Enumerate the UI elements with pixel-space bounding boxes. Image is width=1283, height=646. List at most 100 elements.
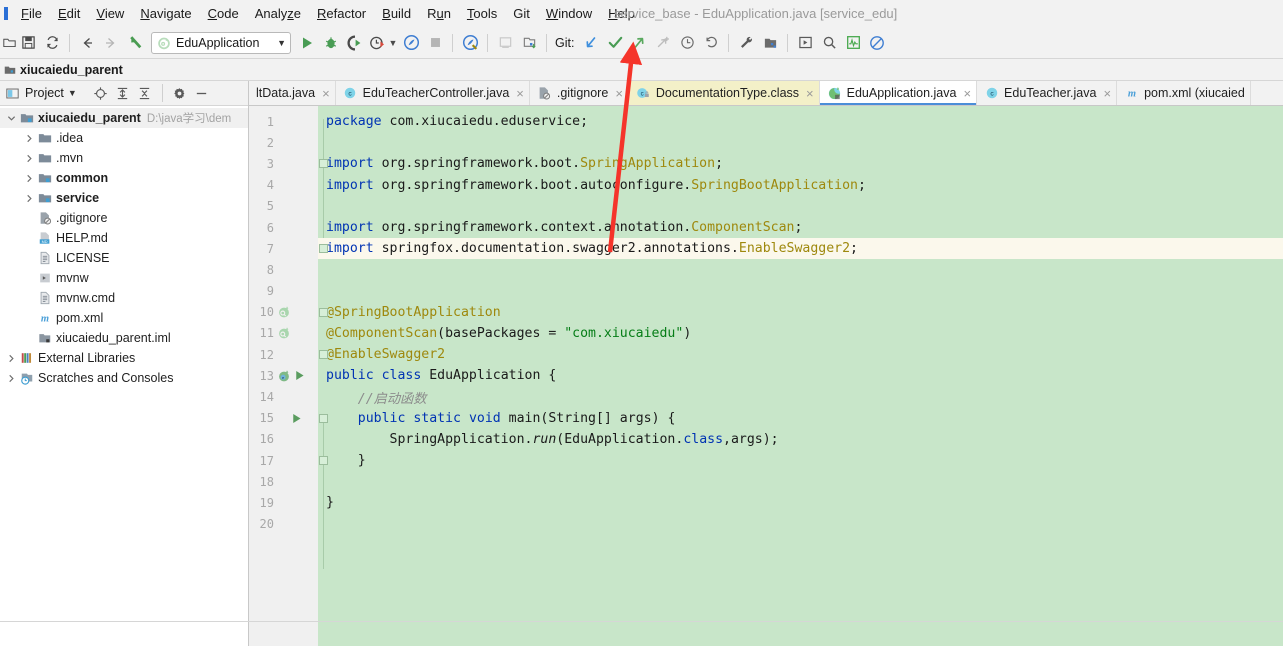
expand-all-icon[interactable] (113, 83, 133, 103)
code-line-17[interactable]: } (318, 450, 1283, 471)
chevron-right-icon[interactable] (4, 368, 18, 388)
tree-node-mvnw-cmd[interactable]: mvnw.cmd (0, 288, 248, 308)
git-update-icon[interactable] (579, 31, 603, 55)
fold-collapse-icon[interactable] (319, 307, 328, 317)
tab-close-icon[interactable]: × (615, 86, 623, 101)
editor-tab-eduapplication-java[interactable]: EduApplication.java × (819, 81, 978, 105)
back-icon[interactable] (75, 31, 99, 55)
gutter-line-9[interactable]: 9 (249, 281, 318, 302)
editor-tab-pom-xml--xiucaied[interactable]: m pom.xml (xiucaied (1117, 81, 1251, 105)
gutter-line-5[interactable]: 5 (249, 196, 318, 217)
menu-refactor[interactable]: Refactor (309, 3, 374, 24)
gutter-line-7[interactable]: 7 (249, 238, 318, 259)
gutter-line-20[interactable]: 20 (249, 514, 318, 535)
gutter-line-10[interactable]: 10 (249, 302, 318, 323)
search-everywhere-icon[interactable] (817, 31, 841, 55)
editor-tab-documentationtype-class[interactable]: c DocumentationType.class × (628, 81, 820, 105)
git-commit-checkmark-icon[interactable] (603, 31, 627, 55)
code-line-2[interactable] (318, 132, 1283, 153)
project-structure-icon[interactable] (758, 31, 782, 55)
tab-close-icon[interactable]: × (322, 86, 330, 101)
code-line-14[interactable]: //启动函数 (318, 386, 1283, 407)
gutter-line-4[interactable]: 4 (249, 175, 318, 196)
fold-end-icon[interactable] (319, 350, 328, 360)
save-all-icon[interactable] (16, 31, 40, 55)
gutter-line-19[interactable]: 19 (249, 492, 318, 513)
gutter-line-11[interactable]: 11 (249, 323, 318, 344)
gutter-line-13[interactable]: 13 e (249, 365, 318, 386)
chevron-right-icon[interactable] (22, 128, 36, 148)
run-coverage-icon[interactable] (343, 31, 367, 55)
code-line-16[interactable]: SpringApplication.run(EduApplication.cla… (318, 429, 1283, 450)
collapse-all-icon[interactable] (135, 83, 155, 103)
run-icon[interactable] (295, 31, 319, 55)
tree-node--idea[interactable]: .idea (0, 128, 248, 148)
debug-icon[interactable] (319, 31, 343, 55)
chevron-down-icon[interactable]: ▼ (68, 88, 77, 98)
gutter-line-3[interactable]: 3 (249, 153, 318, 174)
run-configuration-selector[interactable]: EduApplication ▼ (151, 31, 291, 54)
undo-icon[interactable] (699, 31, 723, 55)
tree-node-xiucaiedu-parent-iml[interactable]: xiucaiedu_parent.iml (0, 328, 248, 348)
attach-debugger-icon[interactable] (399, 31, 423, 55)
no-access-icon[interactable] (865, 31, 889, 55)
tree-node-service[interactable]: service (0, 188, 248, 208)
menu-window[interactable]: Window (538, 3, 600, 24)
tab-close-icon[interactable]: × (516, 86, 524, 101)
code-line-15[interactable]: public static void main(String[] args) { (318, 408, 1283, 429)
breadcrumb[interactable]: xiucaiedu_parent (20, 63, 123, 77)
code-line-4[interactable]: import org.springframework.boot.autoconf… (318, 175, 1283, 196)
gutter-line-12[interactable]: 12 (249, 344, 318, 365)
menu-run[interactable]: Run (419, 3, 459, 24)
gutter-line-18[interactable]: 18 (249, 471, 318, 492)
code-line-11[interactable]: @ComponentScan(basePackages = "com.xiuca… (318, 323, 1283, 344)
menu-analyze[interactable]: Analyze (247, 3, 309, 24)
fold-end-icon[interactable] (319, 456, 328, 465)
build-icon[interactable] (123, 31, 147, 55)
run-anything-icon[interactable] (793, 31, 817, 55)
hide-panel-icon[interactable] (192, 83, 212, 103)
menu-code[interactable]: Code (200, 3, 247, 24)
editor-tab-eduteacher-java[interactable]: c EduTeacher.java × (977, 81, 1118, 105)
gutter-line-2[interactable]: 2 (249, 132, 318, 153)
gutter-line-6[interactable]: 6 (249, 217, 318, 238)
code-line-13[interactable]: public class EduApplication { (318, 365, 1283, 386)
menu-edit[interactable]: Edit (50, 3, 88, 24)
spring-bean-icon[interactable] (277, 323, 317, 343)
editor-gutter[interactable]: 1 2 3 4 5 6 7 8 9 10 11 12 13 e 14 15 16 17 18 19 20 (249, 106, 318, 621)
fold-collapse-icon[interactable] (319, 413, 328, 423)
tree-node-external-libraries[interactable]: External Libraries (0, 348, 248, 368)
code-line-3[interactable]: import org.springframework.boot.SpringAp… (318, 153, 1283, 174)
gutter-line-8[interactable]: 8 (249, 259, 318, 280)
inspect-icon[interactable] (458, 31, 482, 55)
code-editor[interactable]: 1 2 3 4 5 6 7 8 9 10 11 12 13 e 14 15 16 17 18 19 20 package… (249, 106, 1283, 621)
settings-wrench-icon[interactable] (734, 31, 758, 55)
code-line-9[interactable] (318, 281, 1283, 302)
menu-file[interactable]: File (13, 3, 50, 24)
tab-close-icon[interactable]: × (806, 86, 814, 101)
forward-icon[interactable] (99, 31, 123, 55)
code-line-7[interactable]: import springfox.documentation.swagger2.… (318, 238, 1283, 260)
editor-tab-eduteachercontroller-java[interactable]: c EduTeacherController.java × (336, 81, 530, 105)
project-tree[interactable]: xiucaiedu_parent D:\java学习\dem .idea .mvn co… (0, 106, 248, 621)
code-line-19[interactable]: } (318, 492, 1283, 513)
menu-build[interactable]: Build (374, 3, 419, 24)
code-line-12[interactable]: @EnableSwagger2 (318, 344, 1283, 365)
code-line-18[interactable] (318, 471, 1283, 492)
gutter-line-14[interactable]: 14 (249, 386, 318, 407)
history-icon[interactable] (675, 31, 699, 55)
chevron-down-icon[interactable]: ▼ (277, 38, 286, 48)
chevron-right-icon[interactable] (22, 148, 36, 168)
code-line-20[interactable] (318, 514, 1283, 535)
tree-node-xiucaiedu-parent[interactable]: xiucaiedu_parent D:\java学习\dem (0, 108, 248, 128)
open-icon[interactable] (2, 31, 16, 55)
tab-close-icon[interactable]: × (1103, 86, 1111, 101)
tree-node-help-md[interactable]: MD HELP.md (0, 228, 248, 248)
code-line-6[interactable]: import org.springframework.context.annot… (318, 217, 1283, 238)
gutter-line-1[interactable]: 1 (249, 111, 318, 132)
tree-node--mvn[interactable]: .mvn (0, 148, 248, 168)
menu-git[interactable]: Git (505, 3, 538, 24)
chevron-down-icon[interactable] (4, 108, 18, 128)
spring-run-icon[interactable]: e (277, 366, 317, 386)
gear-icon[interactable] (170, 83, 190, 103)
